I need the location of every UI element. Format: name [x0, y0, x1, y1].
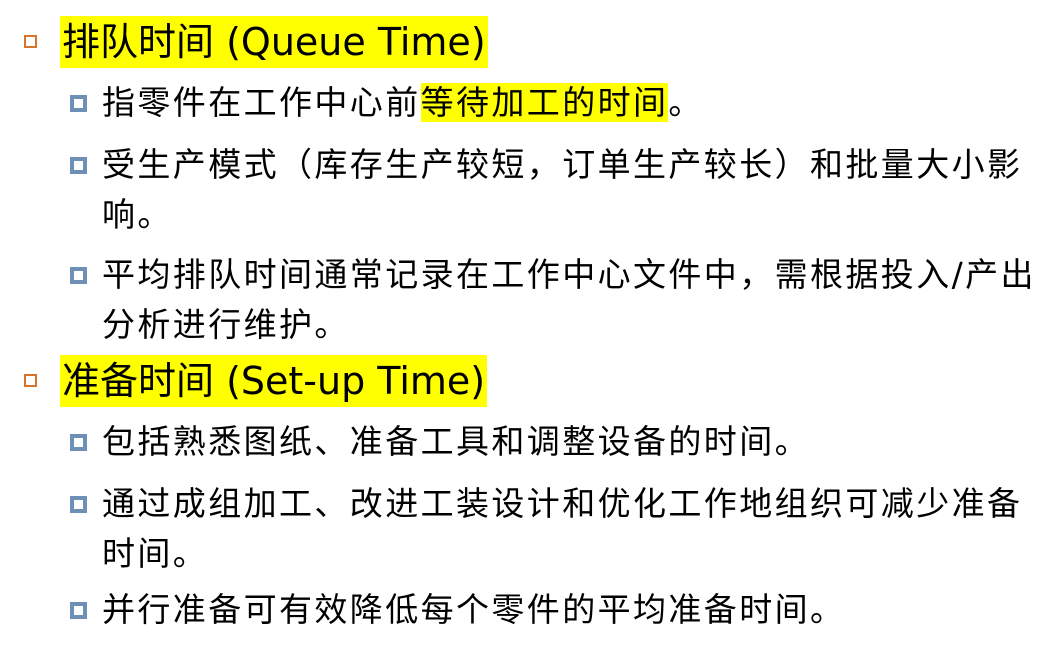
filled-square-bullet-icon — [70, 267, 87, 284]
hollow-square-bullet-icon — [24, 374, 37, 387]
bullet-text-after: 。 — [668, 83, 704, 122]
bullet-text-before: 指零件在工作中心前 — [102, 83, 421, 122]
filled-square-bullet-icon — [70, 602, 87, 619]
bullet-text: 指零件在工作中心前等待加工的时间。 — [102, 78, 1037, 128]
filled-square-bullet-icon — [70, 434, 87, 451]
bullet-text: 平均排队时间通常记录在工作中心文件中，需根据投入/产出分析进行维护。 — [102, 255, 1036, 344]
section-heading: 准备时间 (Set-up Time) — [60, 355, 488, 407]
hollow-square-bullet-icon — [24, 35, 37, 48]
bullet-text: 并行准备可有效降低每个零件的平均准备时间。 — [102, 590, 846, 629]
bullet-text: 包括熟悉图纸、准备工具和调整设备的时间。 — [102, 422, 810, 461]
filled-square-bullet-icon — [70, 496, 87, 513]
filled-square-bullet-icon — [70, 95, 87, 112]
bullet-text: 受生产模式（库存生产较短，订单生产较长）和批量大小影响。 — [102, 145, 1023, 234]
filled-square-bullet-icon — [70, 157, 87, 174]
section-heading: 排队时间 (Queue Time) — [60, 16, 488, 68]
highlighted-text: 等待加工的时间 — [420, 83, 669, 122]
bullet-text: 通过成组加工、改进工装设计和优化工作地组织可减少准备时间。 — [102, 484, 1023, 573]
